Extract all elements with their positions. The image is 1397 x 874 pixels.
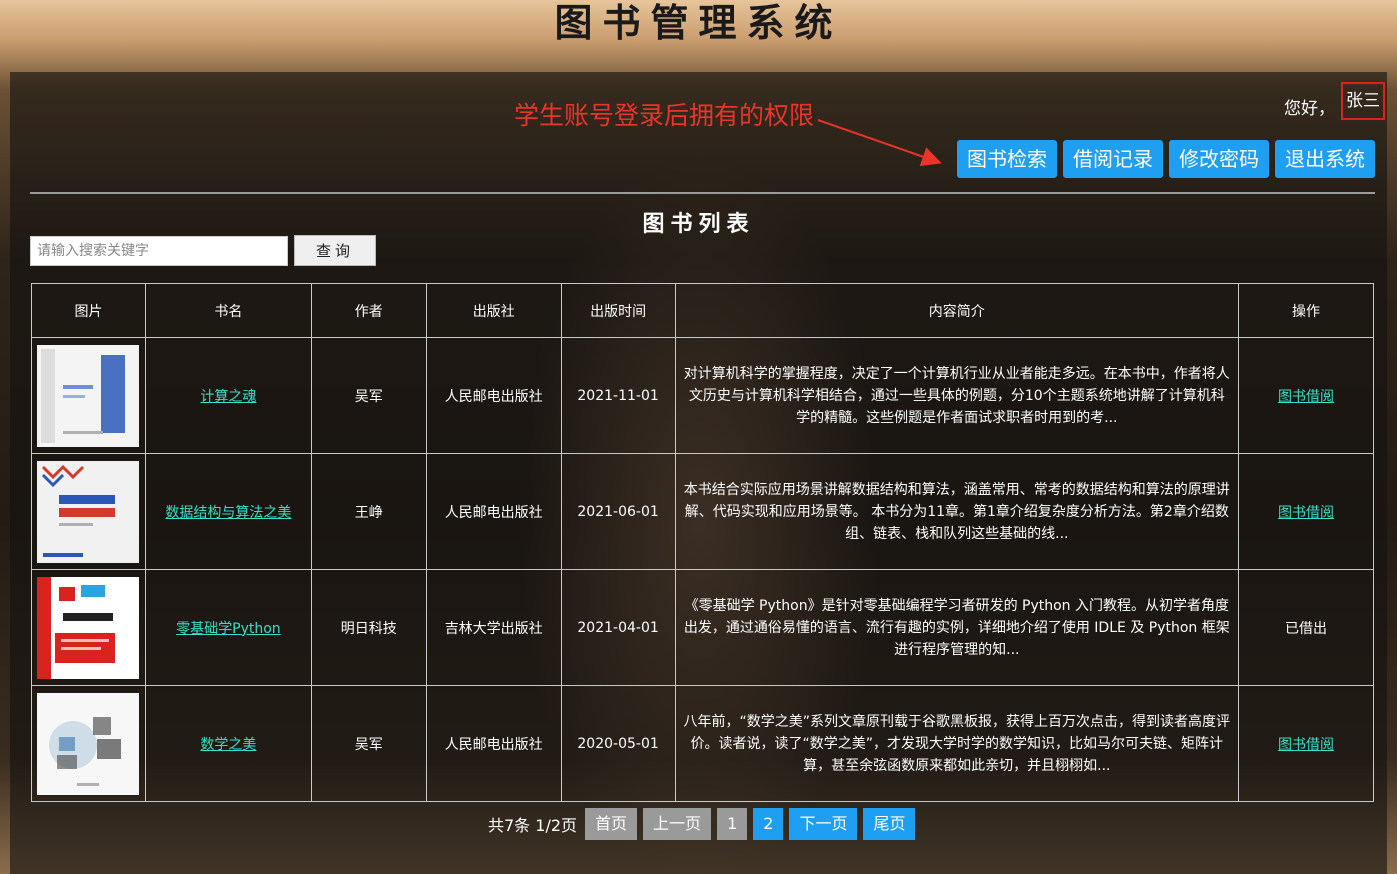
cover-cell — [31, 685, 146, 802]
nav-logout-button[interactable]: 退出系统 — [1275, 140, 1375, 178]
column-header-title: 书名 — [144, 283, 312, 338]
book-intro: 本书结合实际应用场景讲解数据结构和算法，涵盖常用、常考的数据结构和算法的原理讲解… — [683, 481, 1230, 542]
table-header-row: 图片 书名 作者 出版社 出版时间 内容简介 操作 — [31, 283, 1374, 338]
book-list-title: 图书列表 — [642, 212, 755, 237]
nav-book-search-button[interactable]: 图书检索 — [957, 140, 1057, 178]
greeting-text: 您好， — [1284, 99, 1335, 119]
annotation-arrow — [817, 119, 942, 167]
book-date: 2021-06-01 — [560, 453, 676, 570]
book-title-link[interactable]: 计算之魂 — [200, 389, 256, 405]
book-title-link[interactable]: 数学之美 — [200, 737, 256, 753]
top-nav: 图书检索 借阅记录 修改密码 退出系统 — [957, 140, 1375, 178]
nav-borrow-records-button[interactable]: 借阅记录 — [1063, 140, 1163, 178]
table-row: 数据结构与算法之美 王峥 人民邮电出版社 2021-06-01 本书结合实际应用… — [31, 453, 1374, 570]
table-row: 零基础学Python 明日科技 吉林大学出版社 2021-04-01 《零基础学… — [31, 569, 1374, 686]
book-date: 2020-05-01 — [560, 685, 676, 802]
last-page-button[interactable]: 尾页 — [863, 808, 916, 840]
column-header-publisher: 出版社 — [425, 283, 562, 338]
permission-annotation: 学生账号登录后拥有的权限 — [514, 101, 815, 130]
search-input[interactable] — [30, 236, 288, 266]
book-cover-image — [37, 692, 140, 795]
book-author: 吴军 — [310, 685, 427, 802]
username: 张三 — [1341, 82, 1385, 120]
book-author: 明日科技 — [310, 569, 427, 686]
book-intro: 八年前，“数学之美”系列文章原刊载于谷歌黑板报，获得上百万次点击，得到读者高度评… — [683, 713, 1231, 774]
first-page-button[interactable]: 首页 — [585, 808, 638, 840]
nav-change-password-button[interactable]: 修改密码 — [1169, 140, 1269, 178]
book-publisher: 人民邮电出版社 — [425, 685, 562, 802]
book-date: 2021-11-01 — [560, 337, 676, 454]
borrow-book-link[interactable]: 图书借阅 — [1278, 505, 1334, 521]
column-header-action: 操作 — [1238, 283, 1374, 338]
book-author: 吴军 — [310, 337, 427, 454]
book-author: 王峥 — [310, 453, 427, 570]
book-date: 2021-04-01 — [560, 569, 676, 686]
book-cover-image — [37, 460, 140, 563]
pagination-info: 共7条 1/2页 — [488, 816, 578, 835]
pagination: 共7条 1/2页 首页 上一页 1 2 下一页 尾页 — [488, 808, 916, 840]
book-table: 图片 书名 作者 出版社 出版时间 内容简介 操作 计算之魂 吴军 人民邮电出版… — [31, 283, 1374, 802]
column-header-date: 出版时间 — [560, 283, 676, 338]
borrow-book-link[interactable]: 图书借阅 — [1278, 737, 1334, 753]
borrowed-status: 已借出 — [1285, 620, 1328, 637]
book-publisher: 吉林大学出版社 — [425, 569, 562, 686]
cover-cell — [31, 569, 146, 686]
column-header-image: 图片 — [31, 283, 146, 338]
book-publisher: 人民邮电出版社 — [425, 453, 562, 570]
cover-cell — [31, 337, 146, 454]
book-title-link[interactable]: 数据结构与算法之美 — [165, 505, 291, 521]
cover-cell — [31, 453, 146, 570]
system-title: 图书管理系统 — [554, 1, 843, 45]
page-1-button[interactable]: 1 — [717, 808, 748, 840]
table-row: 数学之美 吴军 人民邮电出版社 2020-05-01 八年前，“数学之美”系列文… — [31, 685, 1374, 802]
book-publisher: 人民邮电出版社 — [425, 337, 562, 454]
column-header-author: 作者 — [310, 283, 427, 338]
book-cover-image — [37, 576, 140, 679]
borrow-book-link[interactable]: 图书借阅 — [1278, 389, 1334, 405]
book-intro: 对计算机科学的掌握程度，决定了一个计算机行业从业者能走多远。在本书中，作者将人文… — [683, 365, 1230, 426]
column-header-intro: 内容简介 — [674, 283, 1240, 338]
next-page-button[interactable]: 下一页 — [789, 808, 858, 840]
prev-page-button[interactable]: 上一页 — [643, 808, 712, 840]
page-2-button[interactable]: 2 — [753, 808, 784, 840]
book-cover-image — [37, 344, 140, 447]
book-title-link[interactable]: 零基础学Python — [176, 621, 281, 637]
header-divider — [30, 192, 1375, 194]
book-intro: 《零基础学 Python》是针对零基础编程学习者研发的 Python 入门教程。… — [683, 597, 1230, 658]
main-panel: 学生账号登录后拥有的权限 您好， 张三 图书检索 借阅记录 修改密码 退出系统 … — [10, 72, 1387, 874]
search-button[interactable]: 查询 — [294, 235, 376, 266]
table-row: 计算之魂 吴军 人民邮电出版社 2021-11-01 对计算机科学的掌握程度，决… — [31, 337, 1374, 454]
